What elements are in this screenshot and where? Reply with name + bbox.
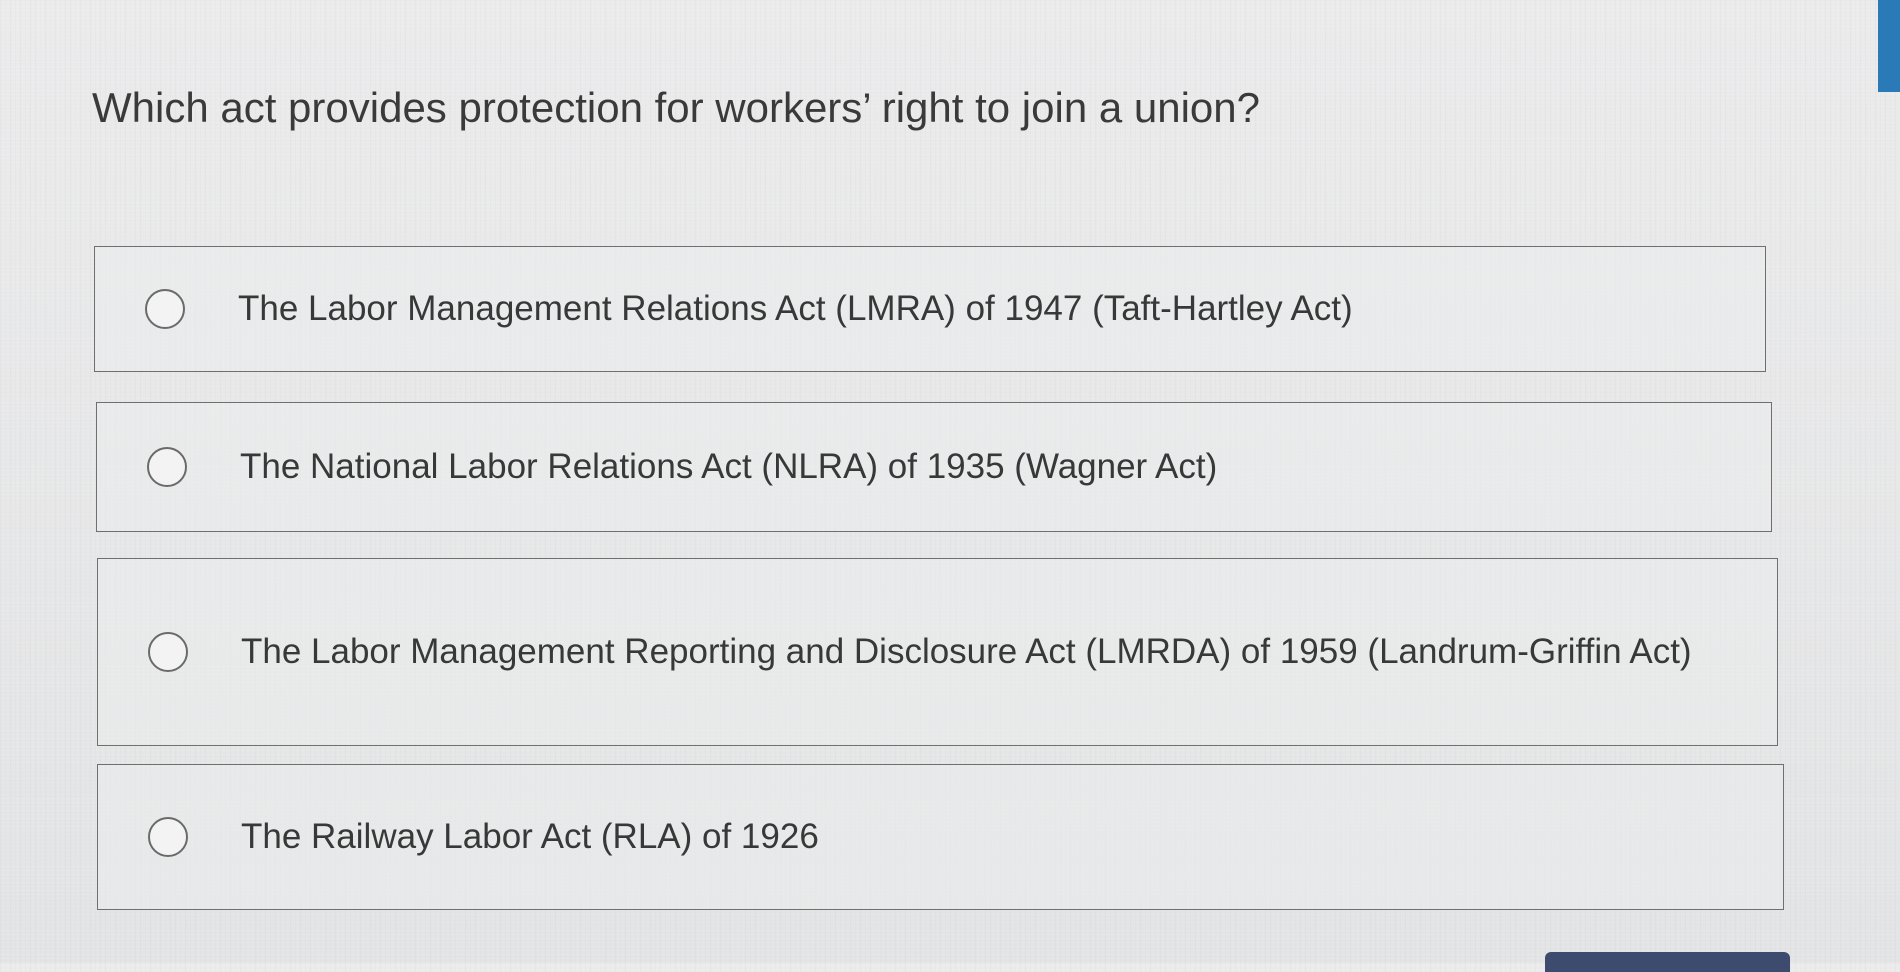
submit-button[interactable] <box>1545 952 1790 972</box>
answer-option-nlra[interactable]: The National Labor Relations Act (NLRA) … <box>96 402 1772 532</box>
answer-option-lmra[interactable]: The Labor Management Relations Act (LMRA… <box>94 246 1766 372</box>
radio-button-icon[interactable] <box>145 289 185 329</box>
radio-button-icon[interactable] <box>148 632 188 672</box>
answer-option-rla[interactable]: The Railway Labor Act (RLA) of 1926 <box>97 764 1784 910</box>
radio-button-icon[interactable] <box>147 447 187 487</box>
radio-button-icon[interactable] <box>148 817 188 857</box>
answer-option-label: The Railway Labor Act (RLA) of 1926 <box>241 817 819 856</box>
answer-options: The Labor Management Relations Act (LMRA… <box>0 0 1900 963</box>
answer-option-label: The National Labor Relations Act (NLRA) … <box>240 447 1218 486</box>
answer-option-label: The Labor Management Relations Act (LMRA… <box>238 289 1353 328</box>
answer-option-label: The Labor Management Reporting and Discl… <box>241 632 1692 671</box>
answer-option-lmrda[interactable]: The Labor Management Reporting and Discl… <box>97 558 1778 746</box>
scrollbar-accent <box>1878 0 1900 92</box>
